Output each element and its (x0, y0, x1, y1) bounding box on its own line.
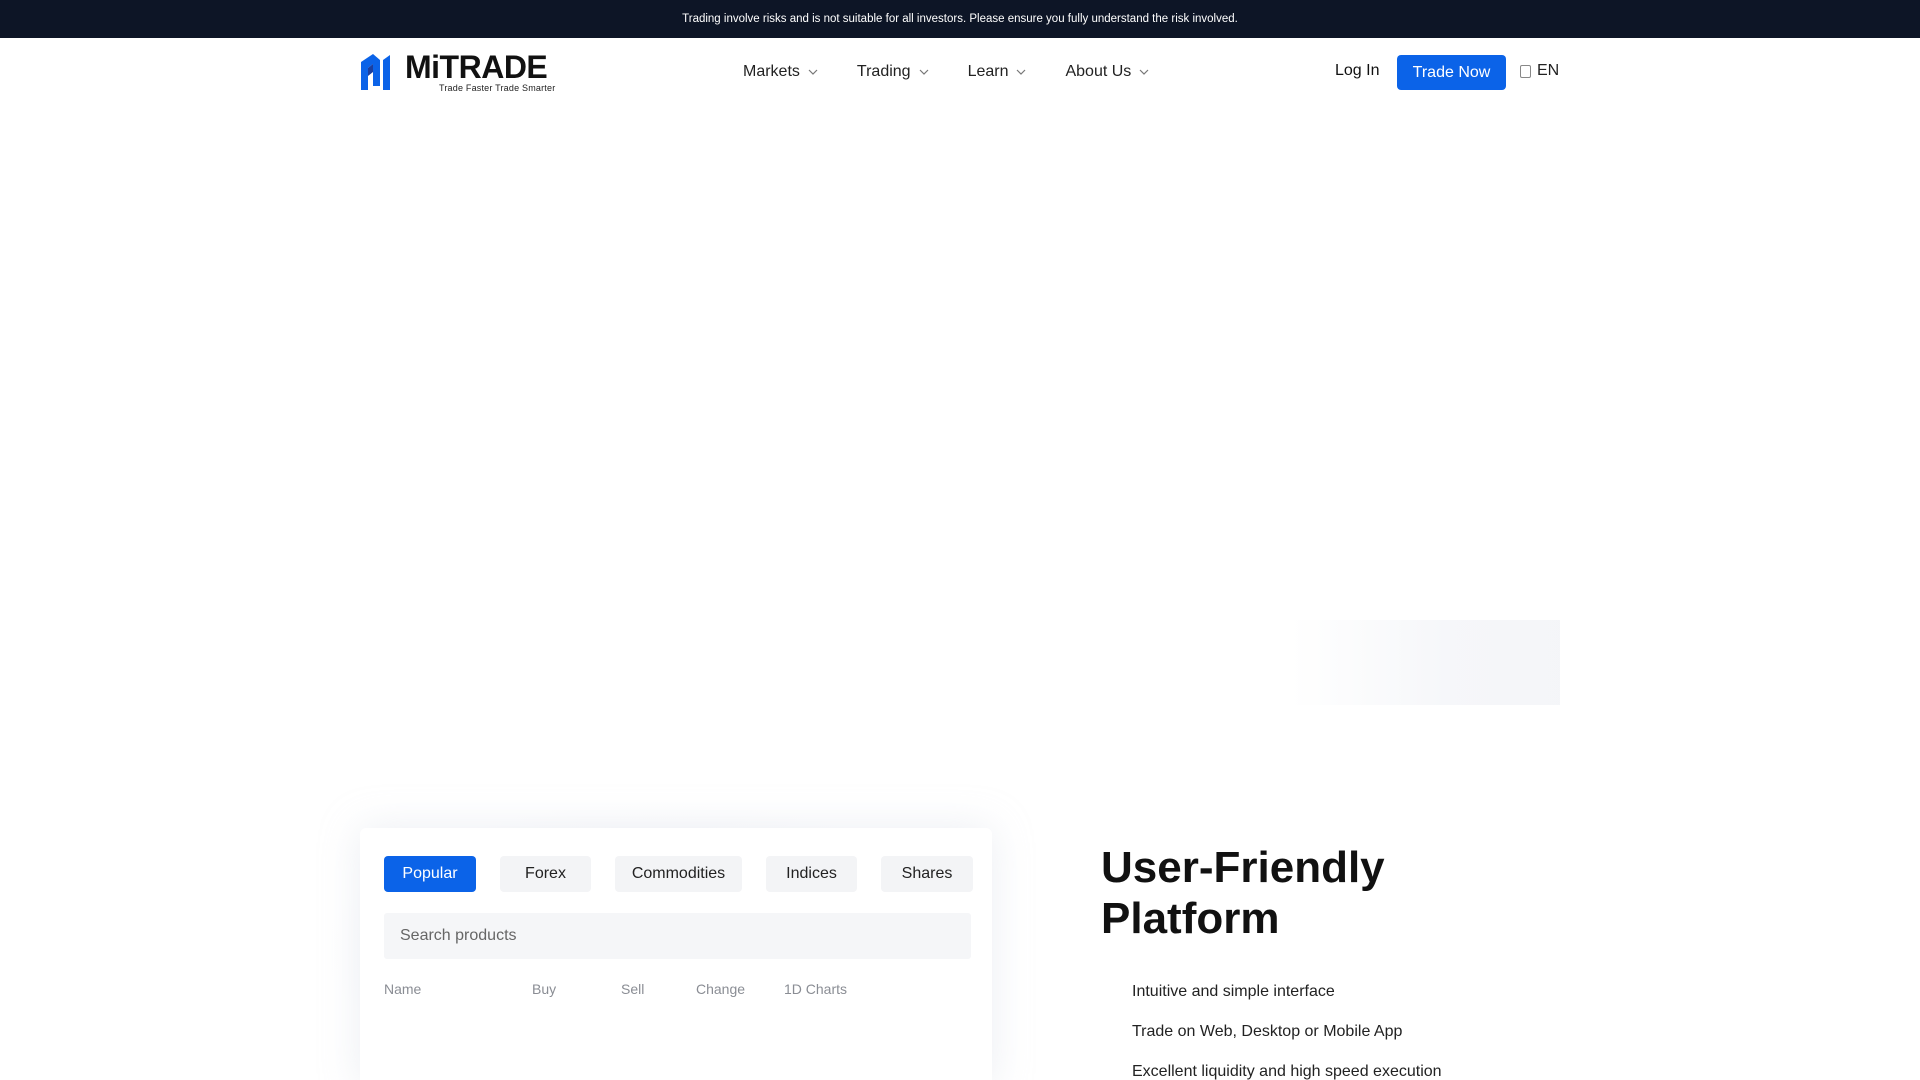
column-header-buy: Buy (532, 981, 557, 997)
nav-trading[interactable]: Trading (857, 63, 930, 81)
chevron-down-icon (1017, 69, 1026, 75)
trade-now-button[interactable]: Trade Now (1397, 55, 1506, 90)
logo-tagline: Trade Faster Trade Smarter (439, 83, 556, 93)
tab-shares[interactable]: Shares (881, 856, 973, 892)
tab-commodities[interactable]: Commodities (615, 856, 742, 892)
feature-item: Excellent liquidity and high speed execu… (1132, 1063, 1442, 1080)
feature-item: Trade on Web, Desktop or Mobile App (1132, 1023, 1403, 1040)
column-header-1d-charts: 1D Charts (784, 981, 848, 997)
mitrade-logo[interactable]: MiTRADE Trade Faster Trade Smarter (359, 50, 555, 94)
column-header-change: Change (696, 981, 746, 997)
language-label: EN (1537, 62, 1560, 79)
nav-markets[interactable]: Markets (743, 63, 819, 81)
search-products-input[interactable] (384, 913, 971, 959)
nav-about-us[interactable]: About Us (1065, 63, 1150, 81)
nav-about-us-label: About Us (1065, 63, 1132, 80)
nav-learn-label: Learn (967, 63, 1009, 80)
product-tabs: Popular Forex Commodities Indices Shares (384, 856, 997, 892)
nav-markets-label: Markets (743, 63, 800, 80)
site-header: MiTRADE Trade Faster Trade Smarter Marke… (0, 38, 1920, 106)
language-selector[interactable]: EN (1520, 62, 1559, 80)
chevron-down-icon (1139, 69, 1149, 75)
risk-warning-banner: Trading involve risks and is not suitabl… (0, 0, 1920, 38)
main-nav: Markets Trading Learn About Us (743, 38, 1188, 106)
feature-list: Intuitive and simple interface Trade on … (1132, 982, 1442, 1080)
feature-title-line-1: User-Friendly (1101, 843, 1385, 892)
mitrade-logo-icon (361, 54, 390, 90)
feature-title-line-2: Platform (1101, 894, 1280, 943)
nav-trading-label: Trading (856, 63, 911, 80)
column-header-sell: Sell (621, 981, 645, 997)
globe-icon (1520, 64, 1531, 78)
login-link[interactable]: Log In (1335, 62, 1379, 80)
risk-warning-text: Trading involve risks and is not suitabl… (682, 13, 1238, 25)
nav-learn[interactable]: Learn (968, 63, 1028, 81)
column-header-name: Name (384, 981, 422, 997)
chevron-down-icon (919, 69, 928, 75)
chevron-down-icon (808, 69, 818, 75)
hero-decoration (1290, 620, 1560, 705)
tab-indices[interactable]: Indices (766, 856, 857, 892)
feature-title: User-Friendly Platform (1101, 842, 1501, 944)
tab-forex[interactable]: Forex (500, 856, 591, 892)
tab-popular[interactable]: Popular (384, 856, 476, 892)
logo-wordmark: MiTRADE (405, 49, 548, 85)
feature-item: Intuitive and simple interface (1132, 983, 1335, 1000)
